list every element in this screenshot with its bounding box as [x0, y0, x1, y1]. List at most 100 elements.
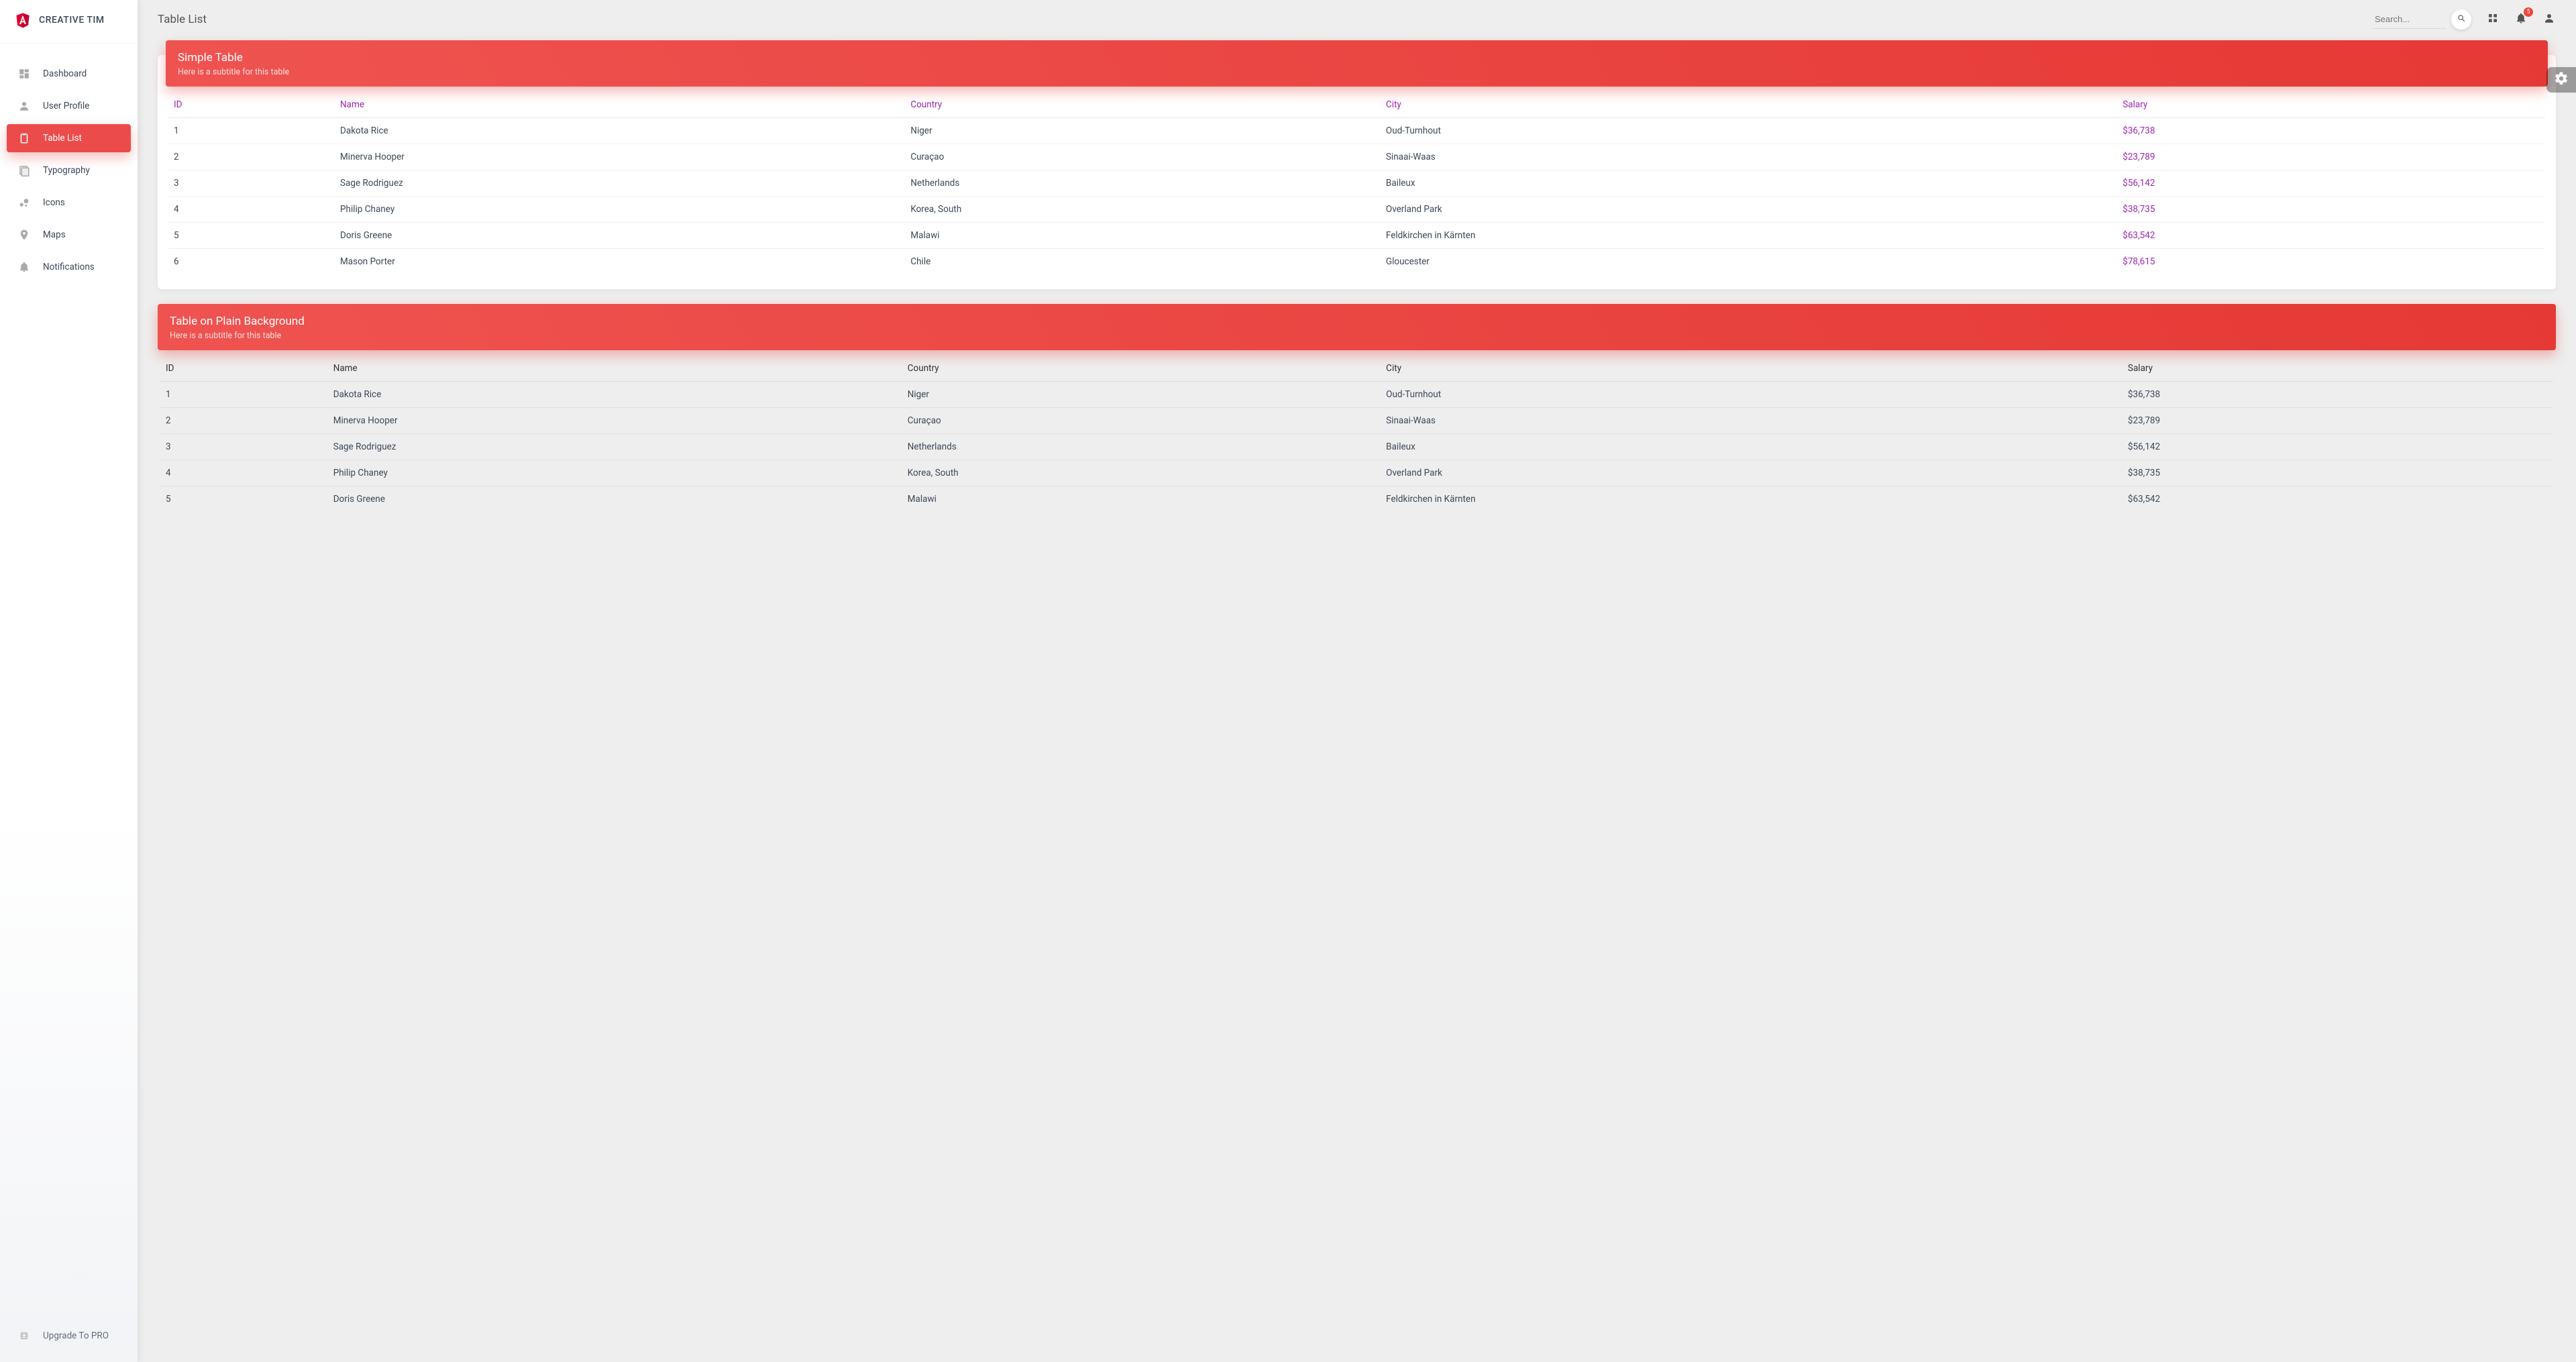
column-header-name: Name: [328, 356, 902, 382]
cell-country: Niger: [905, 118, 1381, 144]
column-header-salary: Salary: [2117, 92, 2545, 118]
cell-city: Feldkirchen in Kärnten: [1381, 223, 2117, 249]
cell-salary: $56,142: [2123, 434, 2553, 460]
cell-salary: $23,789: [2117, 144, 2545, 170]
page-title: Table List: [158, 13, 207, 26]
sidebar-item-notifications[interactable]: Notifications: [7, 253, 131, 281]
table-row: 1Dakota RiceNigerOud-Turnhout$36,738: [160, 382, 2553, 408]
cell-city: Gloucester: [1381, 249, 2117, 275]
cell-city: Oud-Turnhout: [1381, 118, 2117, 144]
sidebar-nav: Dashboard User Profile Table List Typograph…: [0, 44, 138, 1314]
cell-salary: $63,542: [2117, 223, 2545, 249]
table-card-0: Simple TableHere is a subtitle for this …: [158, 55, 2556, 289]
cell-id: 3: [168, 170, 335, 197]
upgrade-label: Upgrade To PRO: [43, 1330, 109, 1341]
sidebar-item-user-profile[interactable]: User Profile: [7, 92, 131, 120]
download-icon: [17, 1329, 31, 1343]
pin-icon: [17, 228, 31, 242]
sidebar-item-label: Notifications: [43, 262, 95, 272]
cell-name: Doris Greene: [335, 223, 905, 249]
cell-salary: $63,542: [2123, 486, 2553, 513]
column-header-id: ID: [160, 356, 328, 382]
sidebar-item-typography[interactable]: Typography: [7, 156, 131, 185]
cell-id: 1: [168, 118, 335, 144]
sidebar-item-maps[interactable]: Maps: [7, 221, 131, 249]
cell-salary: $23,789: [2123, 408, 2553, 434]
dashboard-icon: [17, 67, 31, 81]
column-header-name: Name: [335, 92, 905, 118]
cell-name: Minerva Hooper: [328, 408, 902, 434]
cell-id: 2: [168, 144, 335, 170]
main: Table List: [138, 0, 2576, 1362]
cell-country: Chile: [905, 249, 1381, 275]
sidebar-item-label: Typography: [43, 165, 90, 176]
content: Simple Table Here is a subtitle for this …: [138, 35, 2576, 547]
gear-icon: [2554, 71, 2569, 89]
dashboard-button[interactable]: [2486, 13, 2500, 26]
table-card-1: Table on Plain BackgroundHere is a subti…: [158, 319, 2556, 527]
clipboard-icon: [17, 132, 31, 145]
cell-name: Philip Chaney: [328, 460, 902, 486]
table-row: 2Minerva HooperCuraçaoSinaai-Waas$23,789: [160, 408, 2553, 434]
sidebar-item-table-list[interactable]: Table List: [7, 124, 131, 152]
table-row: 6Mason PorterChileGloucester$78,615: [168, 249, 2545, 275]
search-button[interactable]: [2451, 9, 2471, 30]
sidebar: CREATIVE TIM Dashboard User Profile Table …: [0, 0, 138, 1362]
cell-name: Mason Porter: [335, 249, 905, 275]
card-title: Simple Table: [178, 51, 2536, 64]
brand-title: CREATIVE TIM: [39, 15, 105, 25]
card-subtitle: Here is a subtitle for this table: [170, 331, 2544, 341]
person-icon: [2543, 12, 2555, 27]
cell-id: 3: [160, 434, 328, 460]
card-body: IDNameCountryCitySalary1Dakota RiceNiger…: [158, 87, 2556, 289]
brand[interactable]: CREATIVE TIM: [0, 0, 138, 44]
card-body: IDNameCountryCitySalary1Dakota RiceNiger…: [158, 350, 2556, 527]
sidebar-footer: Upgrade To PRO: [0, 1314, 138, 1362]
cell-city: Sinaai-Waas: [1381, 144, 2117, 170]
cell-id: 5: [168, 223, 335, 249]
cell-country: Malawi: [905, 223, 1381, 249]
cell-salary: $38,735: [2117, 197, 2545, 223]
cell-name: Philip Chaney: [335, 197, 905, 223]
sidebar-item-label: User Profile: [43, 101, 89, 111]
sidebar-item-label: Table List: [43, 133, 82, 144]
data-table: IDNameCountryCitySalary1Dakota RiceNiger…: [160, 356, 2553, 512]
cell-salary: $78,615: [2117, 249, 2545, 275]
cell-id: 4: [168, 197, 335, 223]
cell-id: 6: [168, 249, 335, 275]
table-row: 5Doris GreeneMalawiFeldkirchen in Kärnte…: [168, 223, 2545, 249]
column-header-id: ID: [168, 92, 335, 118]
cell-city: Baileux: [1381, 170, 2117, 197]
cell-salary: $38,735: [2123, 460, 2553, 486]
cell-city: Sinaai-Waas: [1381, 408, 2123, 434]
settings-drawer-toggle[interactable]: [2546, 67, 2576, 93]
table-row: 2Minerva HooperCuraçaoSinaai-Waas$23,789: [168, 144, 2545, 170]
bell-icon: [17, 260, 31, 274]
notifications-button[interactable]: 5: [2514, 13, 2528, 26]
card-subtitle: Here is a subtitle for this table: [178, 67, 2536, 77]
card-header: Table on Plain BackgroundHere is a subti…: [158, 304, 2556, 350]
cell-name: Sage Rodriguez: [335, 170, 905, 197]
cell-country: Korea, South: [905, 197, 1381, 223]
sidebar-item-dashboard[interactable]: Dashboard: [7, 60, 131, 88]
sidebar-item-icons[interactable]: Icons: [7, 189, 131, 217]
cell-country: Curaçao: [902, 408, 1381, 434]
cell-id: 1: [160, 382, 328, 408]
card-header: Simple Table Here is a subtitle for this …: [166, 40, 2548, 87]
table-row: 3Sage RodriguezNetherlandsBaileux$56,142: [168, 170, 2545, 197]
topbar-actions: 5: [2486, 13, 2556, 26]
account-button[interactable]: [2542, 13, 2556, 26]
search-input[interactable]: [2372, 10, 2446, 29]
upgrade-to-pro-button[interactable]: Upgrade To PRO: [7, 1322, 131, 1350]
column-header-city: City: [1381, 92, 2117, 118]
cell-name: Doris Greene: [328, 486, 902, 513]
cell-city: Overland Park: [1381, 197, 2117, 223]
notification-badge: 5: [2524, 7, 2533, 17]
cell-country: Korea, South: [902, 460, 1381, 486]
library-icon: [17, 164, 31, 177]
sidebar-item-label: Maps: [43, 229, 66, 240]
table-row: 4Philip ChaneyKorea, SouthOverland Park$…: [168, 197, 2545, 223]
cell-salary: $36,738: [2117, 118, 2545, 144]
cell-salary: $56,142: [2117, 170, 2545, 197]
table-row: 3Sage RodriguezNetherlandsBaileux$56,142: [160, 434, 2553, 460]
